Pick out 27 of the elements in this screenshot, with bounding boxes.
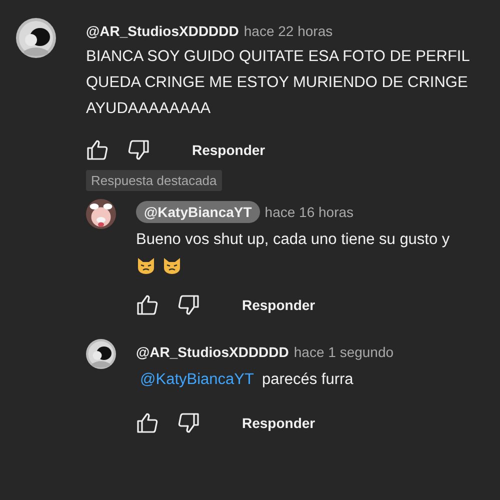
author-name[interactable]: @AR_StudiosXDDDDD	[86, 23, 239, 39]
reply-button[interactable]: Responder	[234, 293, 324, 317]
comment-text: BIANCA SOY GUIDO QUITATE ESA FOTO DE PERFIL	[86, 47, 470, 67]
timestamp[interactable]: hace 16 horas	[264, 204, 354, 220]
comment-text: AYUDAAAAAAAA	[86, 99, 212, 119]
author-name[interactable]: @KatyBiancaYT	[136, 201, 260, 223]
thumbs-up-icon[interactable]	[136, 293, 160, 317]
avatar	[86, 339, 116, 369]
timestamp[interactable]: hace 1 segundo	[294, 344, 394, 360]
author-name[interactable]: @AR_StudiosXDDDDD	[136, 344, 289, 360]
cat-face-icon	[136, 257, 156, 275]
reply-button[interactable]: Responder	[234, 411, 324, 435]
avatar	[86, 199, 116, 229]
comment-text: QUEDA CRINGE ME ESTOY MURIENDO DE CRINGE	[86, 73, 469, 93]
reply-button[interactable]: Responder	[184, 138, 274, 162]
cat-face-icon	[162, 257, 182, 275]
thumbs-down-icon[interactable]	[126, 138, 150, 162]
reply-text: Bueno vos shut up, cada uno tiene su gusto y	[136, 230, 450, 250]
pinned-reply-badge: Respuesta destacada	[86, 170, 222, 191]
thumbs-down-icon[interactable]	[176, 411, 200, 435]
thumbs-up-icon[interactable]	[136, 411, 160, 435]
avatar	[16, 18, 56, 58]
thumbs-up-icon[interactable]	[86, 138, 110, 162]
timestamp[interactable]: hace 22 horas	[244, 23, 333, 39]
thumbs-down-icon[interactable]	[176, 293, 200, 317]
mention-link[interactable]: @KatyBiancaYT	[136, 371, 254, 389]
reply-text: parecés furra	[262, 370, 354, 390]
